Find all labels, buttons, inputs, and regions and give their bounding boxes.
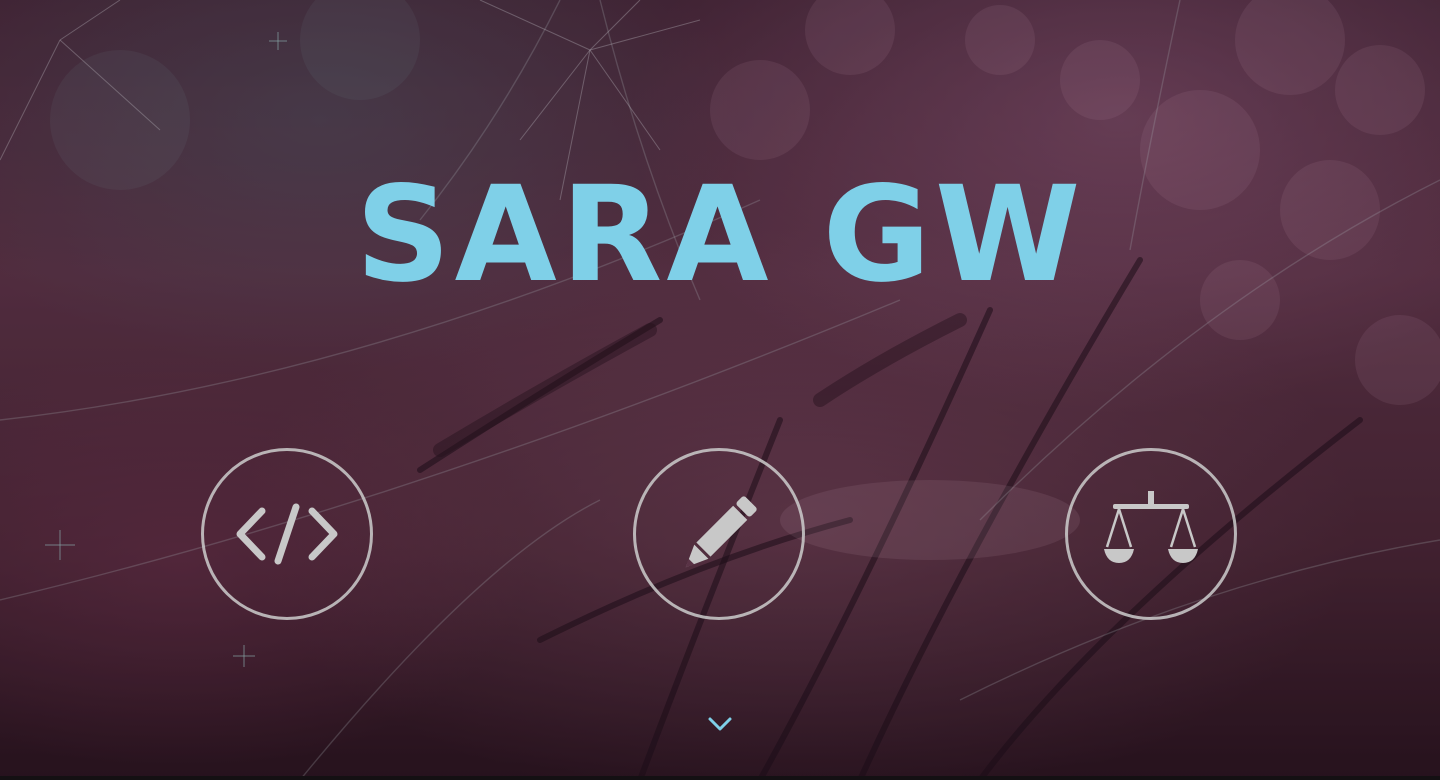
code-link-button[interactable]	[201, 448, 373, 620]
chevron-down-icon	[708, 717, 732, 731]
writing-link-button[interactable]	[633, 448, 805, 620]
site-title: SARA GW	[355, 158, 1085, 312]
code-icon	[236, 503, 338, 565]
scales-icon	[1104, 491, 1198, 563]
page-bottom-edge	[0, 776, 1440, 780]
scroll-down-button[interactable]	[705, 712, 735, 736]
background-photo	[0, 0, 1440, 780]
hero-section: SARA GW	[0, 0, 1440, 780]
pencil-icon	[685, 496, 757, 568]
law-link-button[interactable]	[1065, 448, 1237, 620]
